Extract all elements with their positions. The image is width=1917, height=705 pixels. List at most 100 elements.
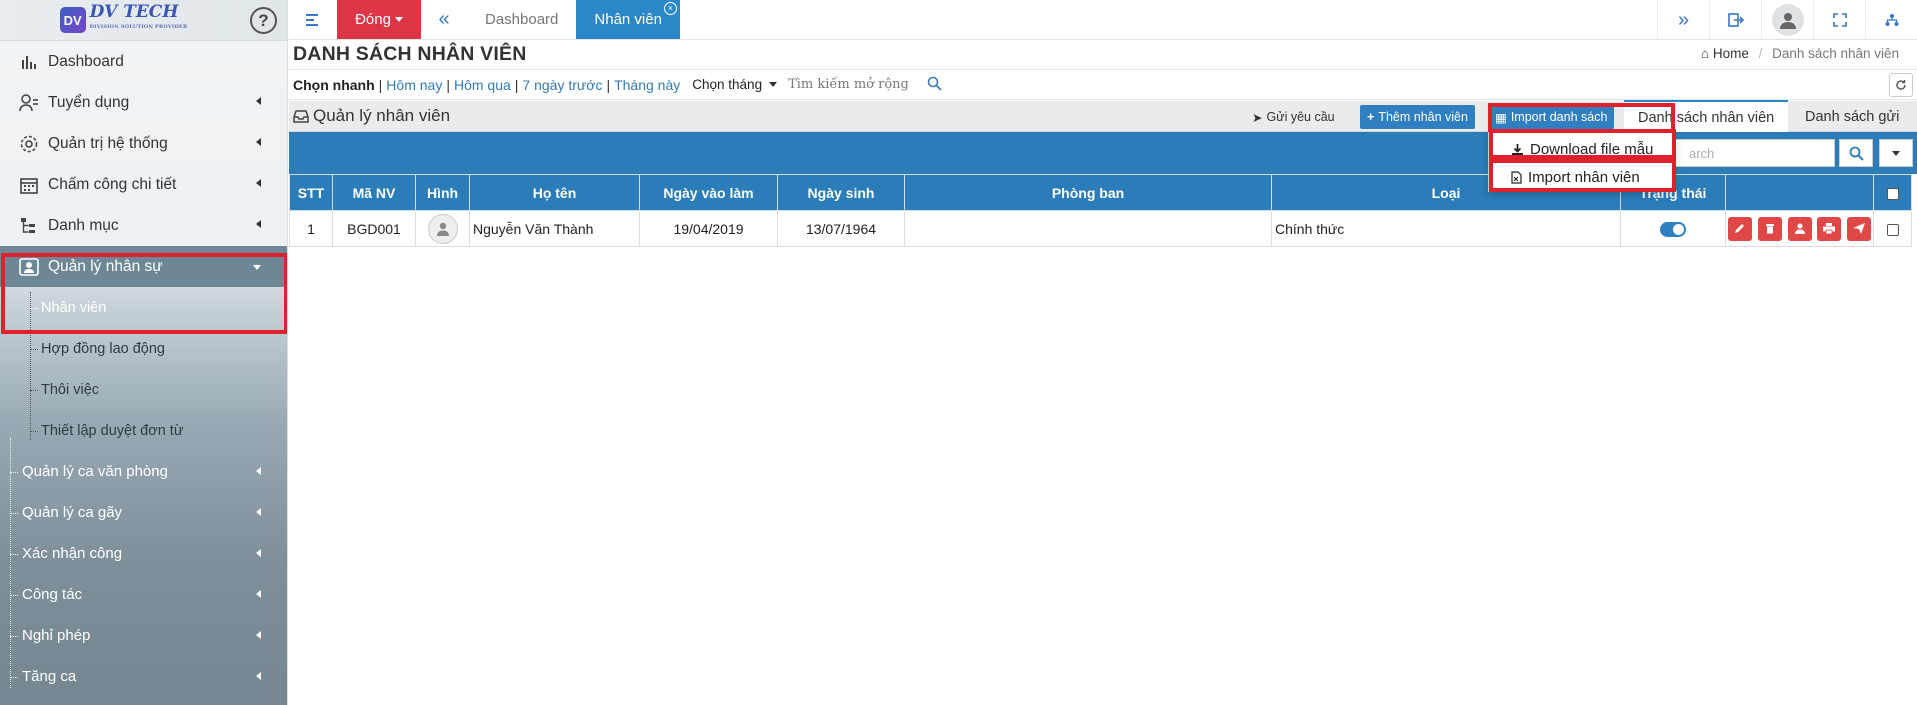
fullscreen-button[interactable] — [1813, 0, 1865, 40]
sidebar-subitem-approval-setup[interactable]: Thiết lập duyệt đơn từ — [0, 410, 287, 451]
dropdown-highlight — [1489, 159, 1676, 192]
close-tabs-button[interactable]: Đóng — [337, 0, 421, 39]
breadcrumb-separator: / — [1758, 46, 1763, 61]
sidebar-subitem-labor-contracts[interactable]: Hợp đồng lao động — [0, 328, 287, 369]
scroll-tabs-right-button[interactable]: » — [1657, 0, 1709, 40]
cell-name[interactable]: Nguyễn Văn Thành — [469, 210, 640, 247]
month-select[interactable]: Chọn tháng — [692, 77, 778, 92]
column-dob[interactable]: Ngày sinh — [777, 174, 905, 211]
logo-mark-icon: DV — [59, 7, 86, 33]
table-search-input[interactable]: arch — [1650, 139, 1835, 167]
sidebar-item-label: Tăng ca — [22, 668, 77, 685]
caret-left-icon — [256, 672, 261, 680]
logout-button[interactable] — [1709, 0, 1761, 40]
column-photo[interactable]: Hình — [415, 174, 470, 211]
search-icon[interactable] — [927, 76, 942, 94]
send-button[interactable] — [1847, 216, 1872, 241]
sidebar-item-categories[interactable]: Danh mục — [0, 205, 287, 246]
sidebar-item-system-admin[interactable]: Quản trị hệ thống — [0, 123, 287, 164]
filter-this-month-link[interactable]: Tháng này — [614, 77, 680, 93]
expand-icon — [1832, 13, 1847, 27]
print-icon — [1823, 223, 1836, 234]
org-chart-icon — [1885, 14, 1898, 26]
sidebar-item-dashboard[interactable]: Dashboard — [0, 41, 287, 82]
logo-bar: DV DV TECH DIVISION SOLUTION PROVIDER ? — [0, 0, 287, 41]
dropdown-highlight — [1489, 129, 1676, 159]
paper-plane-icon: ➤ — [1252, 110, 1263, 125]
logo-title: DV TECH — [89, 2, 179, 22]
tree-connector — [30, 390, 38, 391]
print-button[interactable] — [1817, 216, 1842, 241]
add-employee-button[interactable]: + Thêm nhân viên — [1360, 105, 1475, 129]
menu-toggle-button[interactable] — [289, 0, 337, 39]
user-icon — [1779, 13, 1796, 29]
tab-label: Danh sách gửi — [1805, 108, 1900, 125]
logo[interactable]: DV DV TECH DIVISION SOLUTION PROVIDER — [59, 2, 188, 35]
sidebar-item-leave[interactable]: Nghỉ phép — [0, 615, 287, 656]
user-list-icon — [18, 93, 40, 113]
status-toggle[interactable] — [1660, 221, 1686, 237]
tab-label: Nhân viên — [594, 11, 662, 28]
avatar — [1771, 4, 1804, 36]
sidebar-item-business-trip[interactable]: Công tác — [0, 574, 287, 615]
sidebar-item-recruitment[interactable]: Tuyển dụng — [0, 82, 287, 123]
table-options-dropdown[interactable] — [1879, 139, 1913, 167]
tree-connector — [10, 554, 18, 555]
filter-today-link[interactable]: Hôm nay — [386, 77, 442, 93]
quick-filter-label: Chọn nhanh — [293, 76, 375, 93]
org-chart-button[interactable] — [1865, 0, 1917, 40]
employee-photo — [427, 213, 458, 244]
cell-stt: 1 — [289, 210, 333, 247]
column-code[interactable]: Mã NV — [332, 174, 416, 211]
table-row[interactable]: 1 BGD001 Nguyễn Văn Thành 19/04/2019 13/… — [289, 210, 1912, 247]
active-menu-highlight — [1, 253, 287, 334]
breadcrumb: ⌂ Home / Danh sách nhân viên — [1701, 46, 1899, 61]
column-select-all[interactable] — [1873, 174, 1912, 211]
sidebar-item-overtime[interactable]: Tăng ca — [0, 656, 287, 697]
tab-sent-list[interactable]: Danh sách gửi — [1791, 101, 1913, 132]
tree-connector — [10, 595, 18, 596]
extended-search-input[interactable]: Tìm kiếm mở rộng — [788, 77, 909, 92]
tab-dashboard[interactable]: Dashboard — [467, 0, 576, 39]
panel-title: Quản lý nhân viên — [293, 106, 450, 126]
scroll-tabs-left-button[interactable]: « — [421, 0, 467, 39]
caret-left-icon — [256, 508, 261, 516]
sidebar-item-work-confirmation[interactable]: Xác nhận công — [0, 533, 287, 574]
delete-button[interactable] — [1757, 216, 1782, 241]
column-name[interactable]: Họ tên — [469, 174, 640, 211]
edit-button[interactable] — [1727, 216, 1752, 241]
row-checkbox[interactable] — [1886, 223, 1899, 236]
month-select-label: Chọn tháng — [692, 77, 763, 92]
filter-yesterday-link[interactable]: Hôm qua — [454, 77, 511, 93]
column-department[interactable]: Phòng ban — [904, 174, 1272, 211]
select-all-checkbox[interactable] — [1886, 187, 1899, 200]
sidebar-subitem-resignation[interactable]: Thôi việc — [0, 369, 287, 410]
column-start-date[interactable]: Ngày vào làm — [639, 174, 778, 211]
cell-start-date: 19/04/2019 — [639, 210, 778, 247]
separator: | — [606, 76, 611, 93]
sidebar-item-attendance[interactable]: Chấm công chi tiết — [0, 164, 287, 205]
tab-employees[interactable]: Nhân viên × — [576, 0, 680, 39]
profile-button[interactable] — [1787, 216, 1812, 241]
sidebar-item-office-shifts[interactable]: Quản lý ca văn phòng — [0, 451, 287, 492]
sidebar-subitem-label: Thiết lập duyệt đơn từ — [41, 422, 184, 439]
column-stt[interactable]: STT — [289, 174, 333, 211]
user-menu-button[interactable] — [1761, 0, 1813, 40]
send-request-button[interactable]: ➤ Gửi yêu cầu — [1245, 105, 1342, 129]
tab-label: Dashboard — [485, 11, 559, 28]
sidebar-item-label: Quản trị hệ thống — [48, 134, 168, 152]
refresh-button[interactable] — [1889, 73, 1913, 97]
sidebar-item-split-shifts[interactable]: Quản lý ca gãy — [0, 492, 287, 533]
sidebar-item-label: Chấm công chi tiết — [48, 175, 177, 193]
tree-connector — [30, 431, 38, 432]
pencil-icon — [1735, 224, 1745, 233]
sidebar: DV DV TECH DIVISION SOLUTION PROVIDER ? … — [0, 0, 288, 705]
caret-down-icon — [1892, 150, 1900, 156]
breadcrumb-home[interactable]: Home — [1713, 46, 1749, 61]
help-icon[interactable]: ? — [250, 7, 277, 34]
filter-7days-link[interactable]: 7 ngày trước — [522, 77, 602, 93]
sidebar-item-label: Xác nhận công — [22, 545, 123, 562]
refresh-icon — [1896, 80, 1906, 90]
close-tab-icon[interactable]: × — [663, 2, 677, 15]
table-search-button[interactable] — [1839, 139, 1873, 167]
